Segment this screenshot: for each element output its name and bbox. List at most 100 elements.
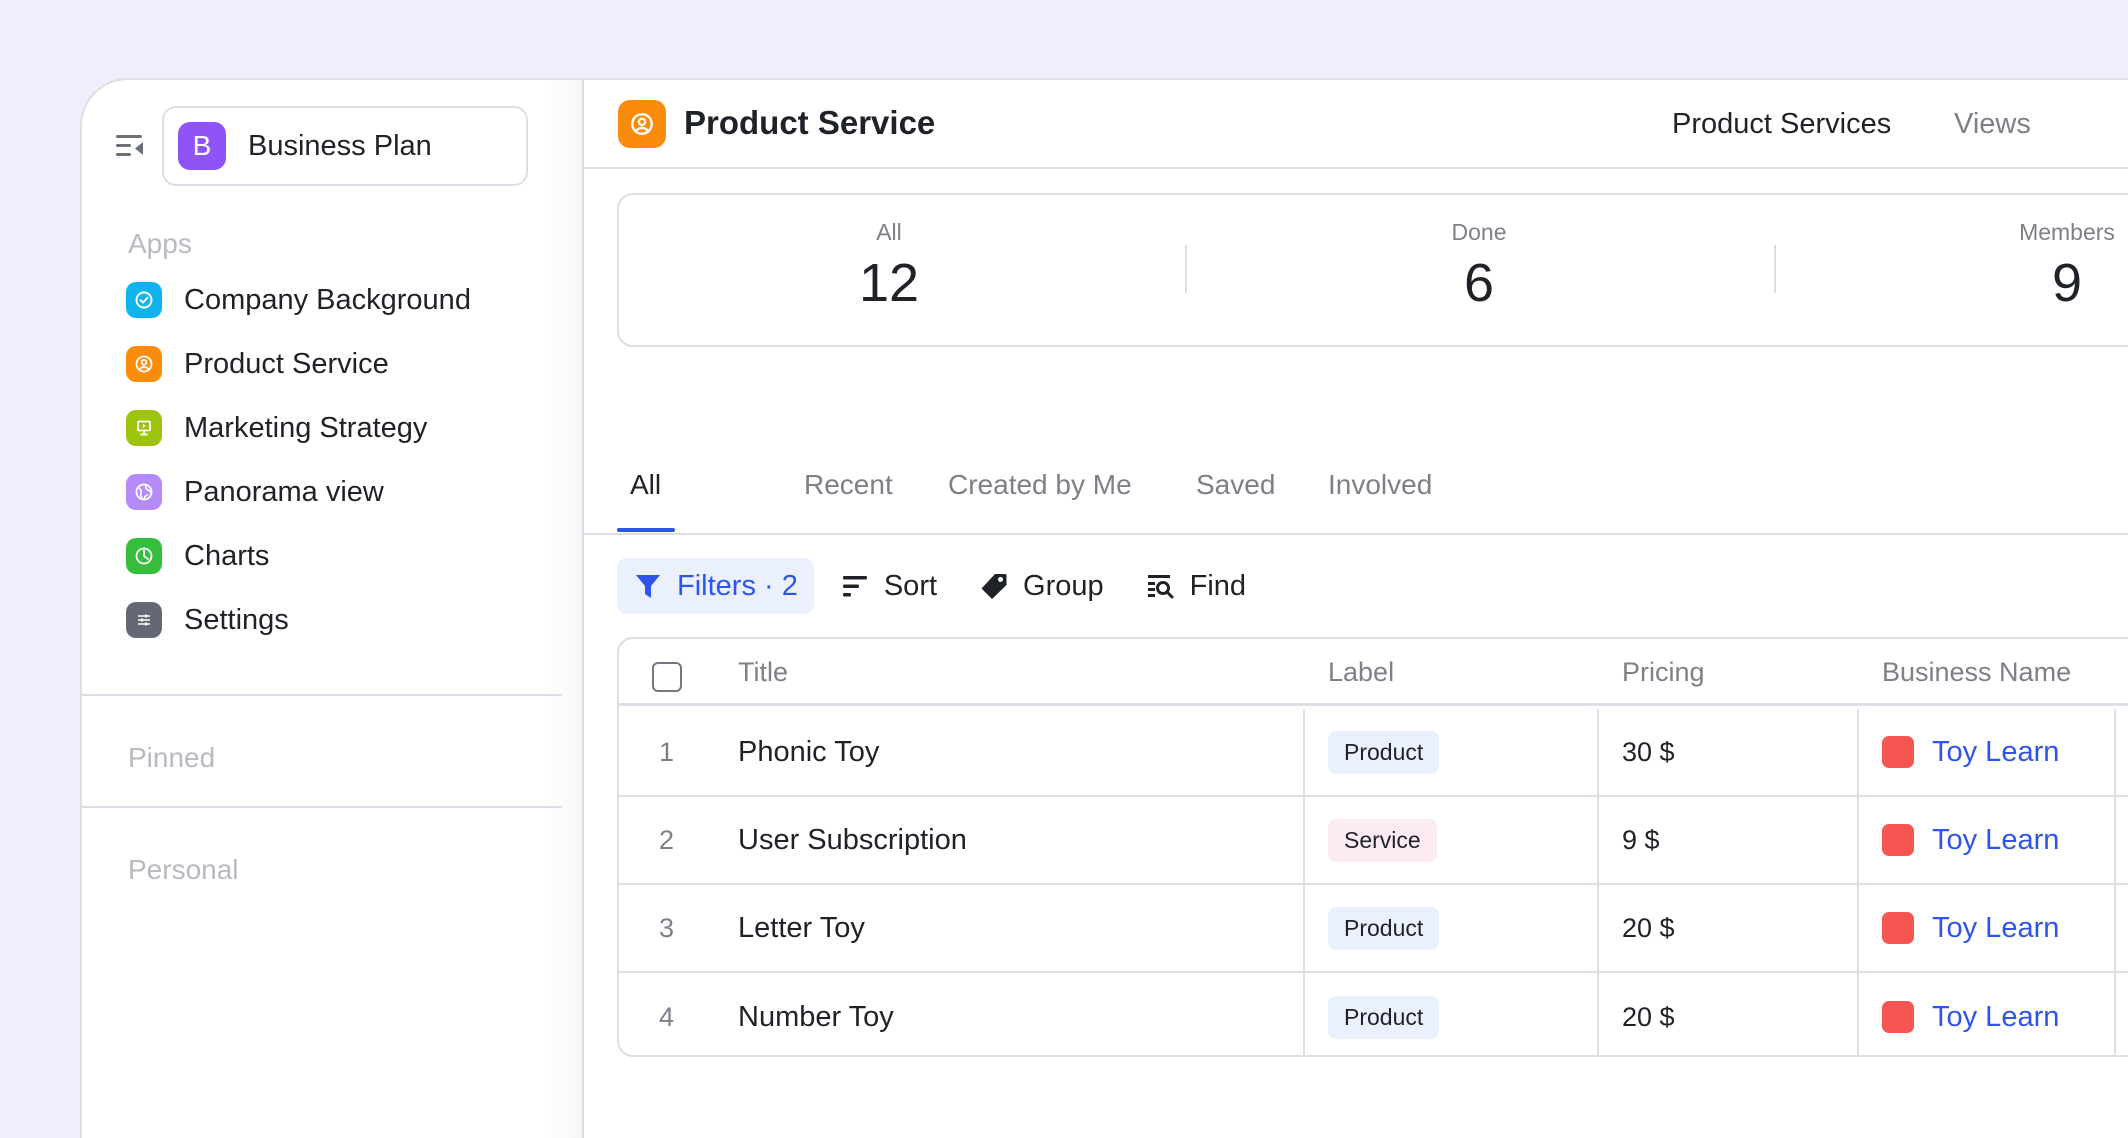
section-title-apps: Apps: [128, 228, 192, 259]
sidebar-item-label: Settings: [184, 603, 289, 636]
user-circle-icon: [618, 100, 666, 148]
row-business-link[interactable]: Toy Learn: [1932, 824, 2059, 857]
business-color-icon: [1882, 912, 1914, 944]
presentation-icon: [126, 410, 162, 446]
sidebar-divider: [82, 694, 562, 696]
row-pricing: 20 $: [1622, 1001, 1675, 1032]
table-row[interactable]: 2 User Subscription Service 9 $ Toy Lear…: [619, 797, 2128, 885]
workspace-name: Business Plan: [248, 129, 432, 162]
table-row[interactable]: 4 Number Toy Product 20 $ Toy Learn: [619, 973, 2128, 1055]
collapse-sidebar-icon: [116, 135, 143, 156]
column-divider: [1303, 885, 1305, 971]
row-title[interactable]: Number Toy: [738, 1001, 894, 1034]
column-divider: [1857, 709, 1859, 795]
main-panel: Product Service Product Services Views A…: [584, 80, 2128, 1138]
sidebar-item-product-service[interactable]: Product Service: [126, 332, 546, 396]
globe-icon: [126, 474, 162, 510]
section-title-personal[interactable]: Personal: [128, 854, 239, 886]
row-business-link[interactable]: Toy Learn: [1932, 1001, 2059, 1034]
stat-value: 6: [1463, 253, 1495, 313]
column-divider: [1857, 885, 1859, 971]
collapse-sidebar-button[interactable]: [114, 132, 146, 160]
apps-nav: Company Background Product Service Marke…: [126, 268, 546, 652]
filter-tabs: All Recent Created by Me Saved Involved: [584, 455, 2128, 535]
column-divider: [1597, 885, 1599, 971]
sort-icon: [842, 576, 867, 597]
business-color-icon: [1882, 1001, 1914, 1033]
sidebar-item-label: Charts: [184, 539, 270, 572]
row-business-link[interactable]: Toy Learn: [1932, 736, 2059, 769]
table-row[interactable]: 3 Letter Toy Product 20 $ Toy Learn: [619, 885, 2128, 973]
table-row[interactable]: 1 Phonic Toy Product 30 $ Toy Learn: [619, 709, 2128, 797]
sliders-icon: [126, 602, 162, 638]
row-title[interactable]: Phonic Toy: [738, 736, 879, 769]
column-divider: [1857, 797, 1859, 883]
row-pricing: 30 $: [1622, 736, 1675, 767]
workspace-avatar: B: [178, 122, 226, 170]
active-tab-indicator: [617, 528, 675, 532]
find-label: Find: [1189, 569, 1247, 602]
header-tab-product-services[interactable]: Product Services: [1672, 108, 1891, 141]
row-label-badge: Service: [1328, 818, 1437, 862]
filter-icon: [636, 575, 660, 598]
tab-recent[interactable]: Recent: [804, 469, 893, 501]
column-header-title[interactable]: Title: [738, 657, 788, 688]
page-header: Product Service Product Services Views: [584, 80, 2128, 169]
row-label-badge: Product: [1328, 995, 1440, 1039]
row-label-badge: Product: [1328, 906, 1440, 950]
sort-button[interactable]: Sort: [824, 558, 953, 614]
find-icon: [1147, 575, 1174, 599]
header-tab-views[interactable]: Views: [1954, 108, 2031, 141]
row-title[interactable]: User Subscription: [738, 824, 967, 857]
column-header-business-name[interactable]: Business Name: [1882, 657, 2071, 688]
sidebar-item-label: Company Background: [184, 283, 471, 316]
filters-label: Filters · 2: [677, 569, 798, 602]
stat-value: 9: [2051, 253, 2083, 313]
column-divider: [1857, 973, 1859, 1055]
stat-label: Done: [1451, 219, 1507, 245]
column-header-label[interactable]: Label: [1328, 657, 1394, 688]
row-business-link[interactable]: Toy Learn: [1932, 912, 2059, 945]
group-label: Group: [1023, 569, 1104, 602]
stat-members: Members 9: [1947, 219, 2128, 314]
sidebar-item-label: Product Service: [184, 347, 389, 380]
business-color-icon: [1882, 824, 1914, 856]
column-divider: [2114, 797, 2116, 883]
tab-created-by-me[interactable]: Created by Me: [948, 469, 1132, 501]
row-index: 3: [659, 912, 675, 943]
workspace-switcher[interactable]: B Business Plan: [162, 106, 528, 186]
sidebar-item-company-background[interactable]: Company Background: [126, 268, 546, 332]
column-divider: [2114, 885, 2116, 971]
column-divider: [1597, 709, 1599, 795]
column-divider: [1303, 973, 1305, 1055]
data-table: Title Label Pricing Business Name 1 Phon…: [617, 637, 2128, 1057]
section-title-pinned[interactable]: Pinned: [128, 742, 215, 774]
filters-button[interactable]: Filters · 2: [617, 558, 814, 614]
row-title[interactable]: Letter Toy: [738, 912, 865, 945]
tab-involved[interactable]: Involved: [1328, 469, 1432, 501]
row-index: 2: [659, 824, 675, 855]
column-header-pricing[interactable]: Pricing: [1622, 657, 1705, 688]
row-pricing: 9 $: [1622, 824, 1660, 855]
sidebar-item-panorama-view[interactable]: Panorama view: [126, 460, 546, 524]
find-button[interactable]: Find: [1130, 558, 1262, 614]
stat-all: All 12: [769, 219, 1009, 314]
check-circle-icon: [126, 282, 162, 318]
stat-done: Done 6: [1359, 219, 1599, 314]
sidebar-item-settings[interactable]: Settings: [126, 588, 546, 652]
stat-value: 12: [858, 253, 920, 313]
select-all-checkbox[interactable]: [652, 662, 682, 692]
tab-saved[interactable]: Saved: [1196, 469, 1275, 501]
row-index: 4: [659, 1001, 675, 1032]
tab-all[interactable]: All: [630, 469, 661, 501]
column-divider: [1597, 973, 1599, 1055]
sidebar-item-charts[interactable]: Charts: [126, 524, 546, 588]
stat-divider: [1185, 245, 1187, 293]
group-button[interactable]: Group: [963, 558, 1120, 614]
column-divider: [2114, 973, 2116, 1055]
pie-chart-icon: [126, 538, 162, 574]
app-window: B Business Plan Apps Company Background …: [80, 78, 2128, 1138]
sidebar-item-marketing-strategy[interactable]: Marketing Strategy: [126, 396, 546, 460]
table-header: Title Label Pricing Business Name: [619, 639, 2128, 706]
sidebar-item-label: Panorama view: [184, 475, 384, 508]
